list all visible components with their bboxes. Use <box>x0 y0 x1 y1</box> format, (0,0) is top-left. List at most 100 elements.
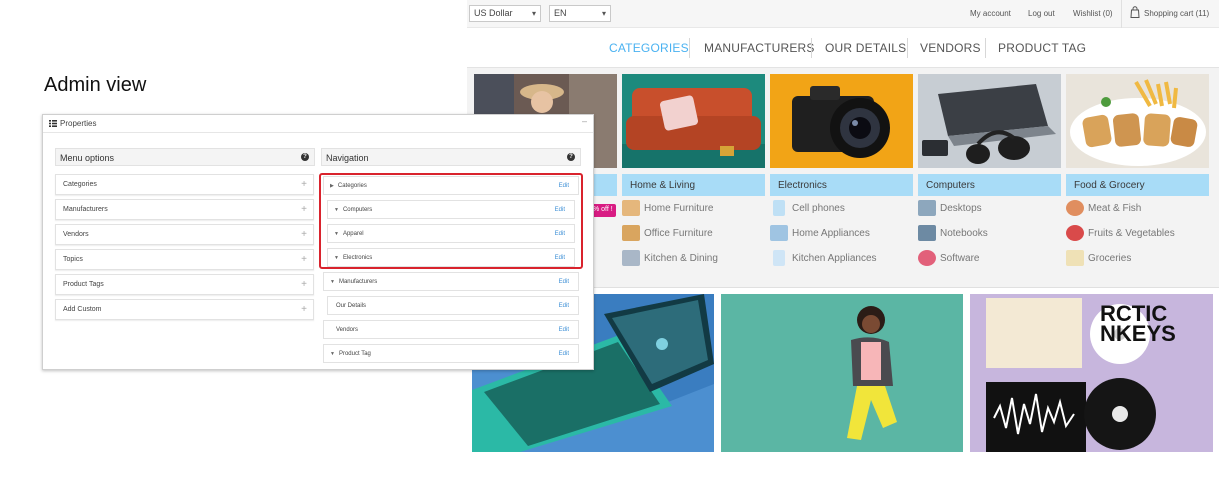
nav-item-vendors[interactable]: VENDORS <box>920 41 981 55</box>
mega-item-label: Groceries <box>1088 253 1132 264</box>
log-out-link[interactable]: Log out <box>1028 9 1055 18</box>
mega-item[interactable]: Kitchen Appliances <box>770 246 913 271</box>
mega-item[interactable]: Notebooks <box>918 221 1061 246</box>
plus-icon[interactable]: + <box>301 229 307 240</box>
mega-item-label: Desktops <box>940 203 982 214</box>
currency-value: US Dollar <box>474 8 513 18</box>
furniture-icon <box>622 200 640 216</box>
selection-highlight <box>319 173 583 269</box>
wishlist-link[interactable]: Wishlist (0) <box>1073 9 1113 18</box>
vinyl-records-image[interactable]: RCTIC NKEYS <box>970 294 1213 452</box>
nav-tree-label: Vendors <box>336 327 359 333</box>
menu-option-categories[interactable]: Categories + <box>55 174 314 195</box>
edit-link[interactable]: Edit <box>559 327 569 333</box>
mega-item[interactable]: Desktops <box>918 196 1061 221</box>
sofa-image[interactable] <box>622 74 765 168</box>
mega-item[interactable]: Home Furniture <box>622 196 765 221</box>
mega-column-electronics: Electronics Cell phones Home Appliances … <box>770 74 913 271</box>
nav-tree-item-our-details[interactable]: Our Details Edit <box>327 296 579 315</box>
divider <box>811 38 812 58</box>
nav-tree-label: Product Tag <box>338 351 371 357</box>
chevron-down-icon: ▾ <box>531 9 536 18</box>
mega-item[interactable]: Fruits & Vegetables <box>1066 221 1209 246</box>
mega-item[interactable]: Office Furniture <box>622 221 765 246</box>
caret-down-icon[interactable]: ▼ <box>330 279 335 285</box>
menu-option-vendors[interactable]: Vendors + <box>55 224 314 245</box>
main-nav: CATEGORIES MANUFACTURERS OUR DETAILS VEN… <box>467 28 1219 68</box>
edit-link[interactable]: Edit <box>559 351 569 357</box>
mega-column-title[interactable]: Home & Living <box>622 174 765 196</box>
mega-item-label: Meat & Fish <box>1088 203 1142 214</box>
shopping-cart-link[interactable]: Shopping cart (11) <box>1144 9 1209 18</box>
home-appliances-icon <box>770 225 788 241</box>
laptop-headphones-image[interactable] <box>918 74 1061 168</box>
caret-down-icon[interactable]: ▼ <box>330 351 335 357</box>
mega-item-label: Software <box>940 253 980 264</box>
mega-column-title[interactable]: Computers <box>918 174 1061 196</box>
camera-image[interactable] <box>770 74 913 168</box>
chevron-down-icon: ▾ <box>601 9 606 18</box>
nav-item-categories[interactable]: CATEGORIES <box>609 41 689 55</box>
plus-icon[interactable]: + <box>301 304 307 315</box>
panel-title: Properties <box>60 119 97 128</box>
menu-option-label: Vendors <box>63 231 89 238</box>
shopping-bag-icon <box>1130 6 1140 18</box>
mega-item-label: Kitchen Appliances <box>792 253 877 264</box>
nav-tree-item-manufacturers[interactable]: ▼ Manufacturers Edit <box>323 272 579 291</box>
help-icon[interactable]: ? <box>567 153 575 161</box>
office-furniture-icon <box>622 225 640 241</box>
cell-phone-icon <box>773 200 785 216</box>
section-title: Menu options <box>60 153 115 163</box>
language-select[interactable]: EN ▾ <box>549 5 611 22</box>
food-plate-image[interactable] <box>1066 74 1209 168</box>
mega-item-label: Fruits & Vegetables <box>1088 228 1175 239</box>
divider <box>985 38 986 58</box>
minimize-icon[interactable]: – <box>582 116 587 126</box>
panel-header: Properties – <box>43 115 593 133</box>
nav-item-manufacturers[interactable]: MANUFACTURERS <box>704 41 815 55</box>
menu-options-header: Menu options ? <box>55 148 315 166</box>
nav-tree-label: Our Details <box>336 303 367 309</box>
mega-item[interactable]: Cell phones <box>770 196 913 221</box>
mega-column-title[interactable]: Electronics <box>770 174 913 196</box>
mega-item[interactable]: Meat & Fish <box>1066 196 1209 221</box>
menu-option-topics[interactable]: Topics + <box>55 249 314 270</box>
nav-tree-label: Manufacturers <box>338 279 378 285</box>
mega-item-label: Notebooks <box>940 228 988 239</box>
mega-column-food-grocery: Food & Grocery Meat & Fish Fruits & Vege… <box>1066 74 1209 271</box>
edit-link[interactable]: Edit <box>559 279 569 285</box>
mega-column-computers: Computers Desktops Notebooks Software <box>918 74 1061 271</box>
mega-item[interactable]: Home Appliances <box>770 221 913 246</box>
help-icon[interactable]: ? <box>301 153 309 161</box>
mega-item[interactable]: Groceries <box>1066 246 1209 271</box>
menu-option-label: Product Tags <box>63 281 104 288</box>
nav-item-product-tag[interactable]: PRODUCT TAG <box>998 41 1086 55</box>
plus-icon[interactable]: + <box>301 204 307 215</box>
nav-tree-item-vendors[interactable]: Vendors Edit <box>323 320 579 339</box>
mega-item-label: Cell phones <box>792 203 845 214</box>
mega-item[interactable]: Kitchen & Dining <box>622 246 765 271</box>
nav-tree-item-product-tag[interactable]: ▼ Product Tag Edit <box>323 344 579 363</box>
kitchen-dining-icon <box>622 250 640 266</box>
currency-select[interactable]: US Dollar ▾ <box>469 5 541 22</box>
mega-column-title[interactable]: Food & Grocery <box>1066 174 1209 196</box>
nav-item-our-details[interactable]: OUR DETAILS <box>825 41 906 55</box>
menu-option-label: Add Custom <box>63 306 102 313</box>
jumping-woman-image[interactable] <box>721 294 963 452</box>
my-account-link[interactable]: My account <box>970 9 1011 18</box>
language-value: EN <box>554 8 567 18</box>
menu-option-manufacturers[interactable]: Manufacturers + <box>55 199 314 220</box>
plus-icon[interactable]: + <box>301 254 307 265</box>
mega-item-label: Kitchen & Dining <box>644 253 718 264</box>
menu-option-add-custom[interactable]: Add Custom + <box>55 299 314 320</box>
menu-option-product-tags[interactable]: Product Tags + <box>55 274 314 295</box>
plus-icon[interactable]: + <box>301 279 307 290</box>
mega-item[interactable]: Software <box>918 246 1061 271</box>
plus-icon[interactable]: + <box>301 179 307 190</box>
notebook-icon <box>918 225 936 241</box>
section-title: Navigation <box>326 153 369 163</box>
mega-item-label: Home Furniture <box>644 203 714 214</box>
edit-link[interactable]: Edit <box>559 303 569 309</box>
mega-item-label: Home Appliances <box>792 228 870 239</box>
properties-panel: Properties – Menu options ? Categories +… <box>42 114 594 370</box>
